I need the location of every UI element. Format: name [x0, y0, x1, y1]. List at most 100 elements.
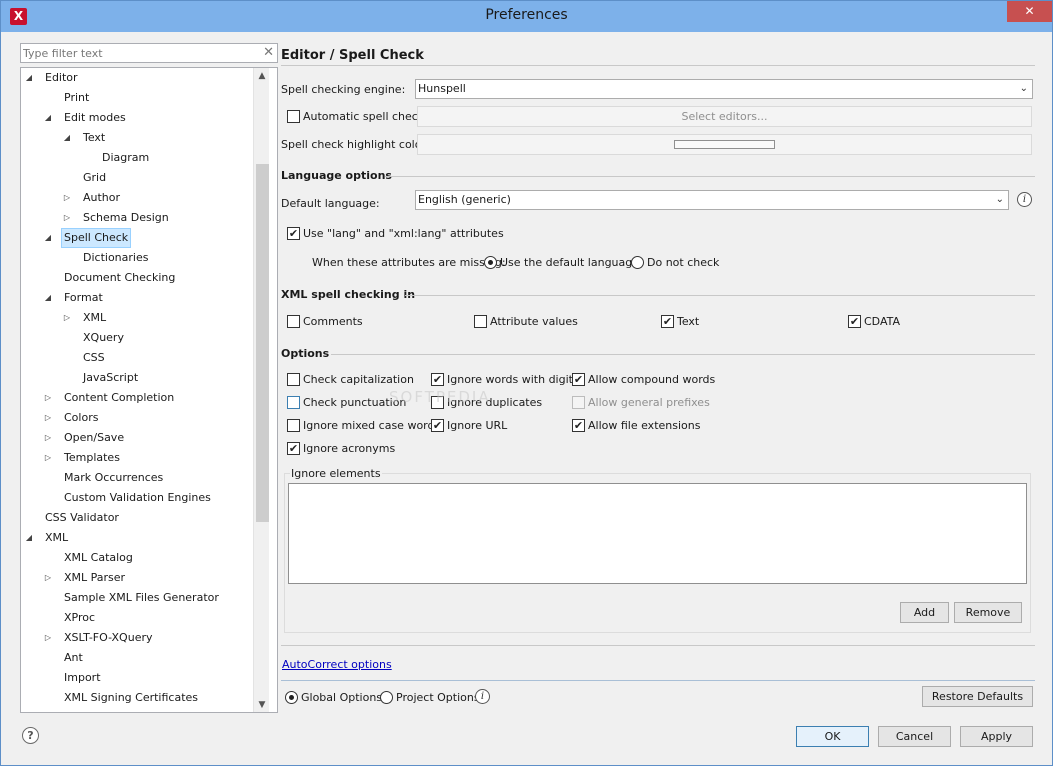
- ignore-elements-list[interactable]: [288, 483, 1027, 584]
- tree-item[interactable]: ◢ Text: [21, 128, 253, 148]
- tree-item[interactable]: ▷ XSLT-FO-XQuery: [21, 628, 253, 648]
- apply-button[interactable]: Apply: [960, 726, 1033, 747]
- text-checkbox[interactable]: ✔: [661, 315, 674, 328]
- ignore-words-digits-checkbox[interactable]: ✔: [431, 373, 444, 386]
- tree-item[interactable]: CSS Validator: [21, 508, 253, 528]
- tree-item[interactable]: Diagram: [21, 148, 253, 168]
- tree-item[interactable]: XML Catalog: [21, 548, 253, 568]
- tree-item[interactable]: XProc: [21, 608, 253, 628]
- ignore-words-digits-label: Ignore words with digits: [447, 373, 579, 386]
- autocorrect-options-link[interactable]: AutoCorrect options: [282, 658, 392, 671]
- attribute-values-checkbox[interactable]: [474, 315, 487, 328]
- tree-item-label: Grid: [83, 171, 107, 184]
- use-lang-attributes-checkbox[interactable]: ✔: [287, 227, 300, 240]
- scroll-up-icon[interactable]: ▲: [254, 68, 270, 84]
- tree-item[interactable]: Ant: [21, 648, 253, 668]
- help-icon[interactable]: ?: [22, 727, 39, 744]
- cdata-checkbox[interactable]: ✔: [848, 315, 861, 328]
- tree-item[interactable]: ◢ Format: [21, 288, 253, 308]
- tree-item[interactable]: Grid: [21, 168, 253, 188]
- expanded-arrow-icon[interactable]: ◢: [61, 128, 73, 148]
- tree-item-label: Content Completion: [64, 391, 175, 404]
- tree-item-label: XML Parser: [64, 571, 126, 584]
- tree-item-label: Mark Occurrences: [64, 471, 164, 484]
- collapsed-arrow-icon[interactable]: ▷: [61, 308, 73, 328]
- tree-item-label: Author: [83, 191, 121, 204]
- tree-item[interactable]: ◢ Spell Check: [21, 228, 253, 248]
- expanded-arrow-icon[interactable]: ◢: [42, 108, 54, 128]
- language-options-heading: Language options: [281, 169, 392, 182]
- collapsed-arrow-icon[interactable]: ▷: [61, 208, 73, 228]
- tree-item[interactable]: Mark Occurrences: [21, 468, 253, 488]
- tree-item[interactable]: Dictionaries: [21, 248, 253, 268]
- clear-icon[interactable]: ✕: [263, 45, 274, 60]
- close-button[interactable]: ✕: [1007, 1, 1052, 22]
- do-not-check-radio[interactable]: [631, 256, 644, 269]
- scroll-down-icon[interactable]: ▼: [254, 697, 270, 712]
- expanded-arrow-icon[interactable]: ◢: [23, 68, 35, 88]
- allow-compound-checkbox[interactable]: ✔: [572, 373, 585, 386]
- tree-item[interactable]: Import: [21, 668, 253, 688]
- restore-defaults-button[interactable]: Restore Defaults: [922, 686, 1033, 707]
- tree-item[interactable]: XQuery: [21, 328, 253, 348]
- allow-general-prefixes-checkbox[interactable]: [572, 396, 585, 409]
- default-language-select[interactable]: English (generic) ⌄: [415, 190, 1009, 210]
- radio-dot: [488, 260, 493, 265]
- tree-item[interactable]: ▷ Open/Save: [21, 428, 253, 448]
- select-editors-button[interactable]: Select editors...: [417, 106, 1032, 127]
- tree-item[interactable]: CSS: [21, 348, 253, 368]
- collapsed-arrow-icon[interactable]: ▷: [42, 568, 54, 588]
- tree-item[interactable]: Document Checking: [21, 268, 253, 288]
- remove-button[interactable]: Remove: [954, 602, 1022, 623]
- watermark: SOFTPEDIA: [389, 388, 491, 406]
- tree-item[interactable]: Print: [21, 88, 253, 108]
- check-capitalization-checkbox[interactable]: [287, 373, 300, 386]
- automatic-spell-check-checkbox[interactable]: [287, 110, 300, 123]
- tree-item[interactable]: ◢ Editor: [21, 68, 253, 88]
- cancel-button[interactable]: Cancel: [878, 726, 951, 747]
- engine-select[interactable]: Hunspell ⌄: [415, 79, 1033, 99]
- collapsed-arrow-icon[interactable]: ▷: [61, 188, 73, 208]
- ignore-acronyms-checkbox[interactable]: ✔: [287, 442, 300, 455]
- tree-item[interactable]: ▷ Author: [21, 188, 253, 208]
- highlight-color-button[interactable]: [417, 134, 1032, 155]
- tree-scrollbar[interactable]: ▲ ▼: [253, 68, 270, 712]
- expanded-arrow-icon[interactable]: ◢: [42, 288, 54, 308]
- info-icon[interactable]: i: [475, 689, 490, 704]
- tree-item-label: Ant: [64, 651, 83, 664]
- project-options-radio[interactable]: [380, 691, 393, 704]
- tree-item[interactable]: Custom Validation Engines: [21, 488, 253, 508]
- comments-checkbox[interactable]: [287, 315, 300, 328]
- tree-item[interactable]: ◢ XML: [21, 528, 253, 548]
- tree-item[interactable]: Sample XML Files Generator: [21, 588, 253, 608]
- ok-button[interactable]: OK: [796, 726, 869, 747]
- collapsed-arrow-icon[interactable]: ▷: [42, 428, 54, 448]
- info-icon[interactable]: i: [1017, 192, 1032, 207]
- tree-item[interactable]: ▷ Content Completion: [21, 388, 253, 408]
- tree-item[interactable]: ◢ Edit modes: [21, 108, 253, 128]
- tree-item[interactable]: ▷ Templates: [21, 448, 253, 468]
- add-button[interactable]: Add: [900, 602, 949, 623]
- tree-item[interactable]: ▷ XML: [21, 308, 253, 328]
- tree-item[interactable]: ▷ Colors: [21, 408, 253, 428]
- expanded-arrow-icon[interactable]: ◢: [42, 228, 54, 248]
- scroll-thumb[interactable]: [256, 164, 269, 522]
- ignore-url-checkbox[interactable]: ✔: [431, 419, 444, 432]
- check-punctuation-checkbox[interactable]: [287, 396, 300, 409]
- global-options-radio[interactable]: [285, 691, 298, 704]
- tree-item[interactable]: XML Signing Certificates: [21, 688, 253, 708]
- title-bar[interactable]: X Preferences ✕: [1, 1, 1052, 32]
- collapsed-arrow-icon[interactable]: ▷: [42, 388, 54, 408]
- filter-input[interactable]: [21, 44, 251, 62]
- expanded-arrow-icon[interactable]: ◢: [23, 528, 35, 548]
- ignore-mixed-case-checkbox[interactable]: [287, 419, 300, 432]
- tree-item[interactable]: JavaScript: [21, 368, 253, 388]
- collapsed-arrow-icon[interactable]: ▷: [42, 448, 54, 468]
- collapsed-arrow-icon[interactable]: ▷: [42, 408, 54, 428]
- tree-item[interactable]: ▷ Schema Design: [21, 208, 253, 228]
- collapsed-arrow-icon[interactable]: ▷: [42, 628, 54, 648]
- tree-item-label: Diagram: [102, 151, 150, 164]
- allow-file-extensions-checkbox[interactable]: ✔: [572, 419, 585, 432]
- use-default-language-radio[interactable]: [484, 256, 497, 269]
- tree-item[interactable]: ▷ XML Parser: [21, 568, 253, 588]
